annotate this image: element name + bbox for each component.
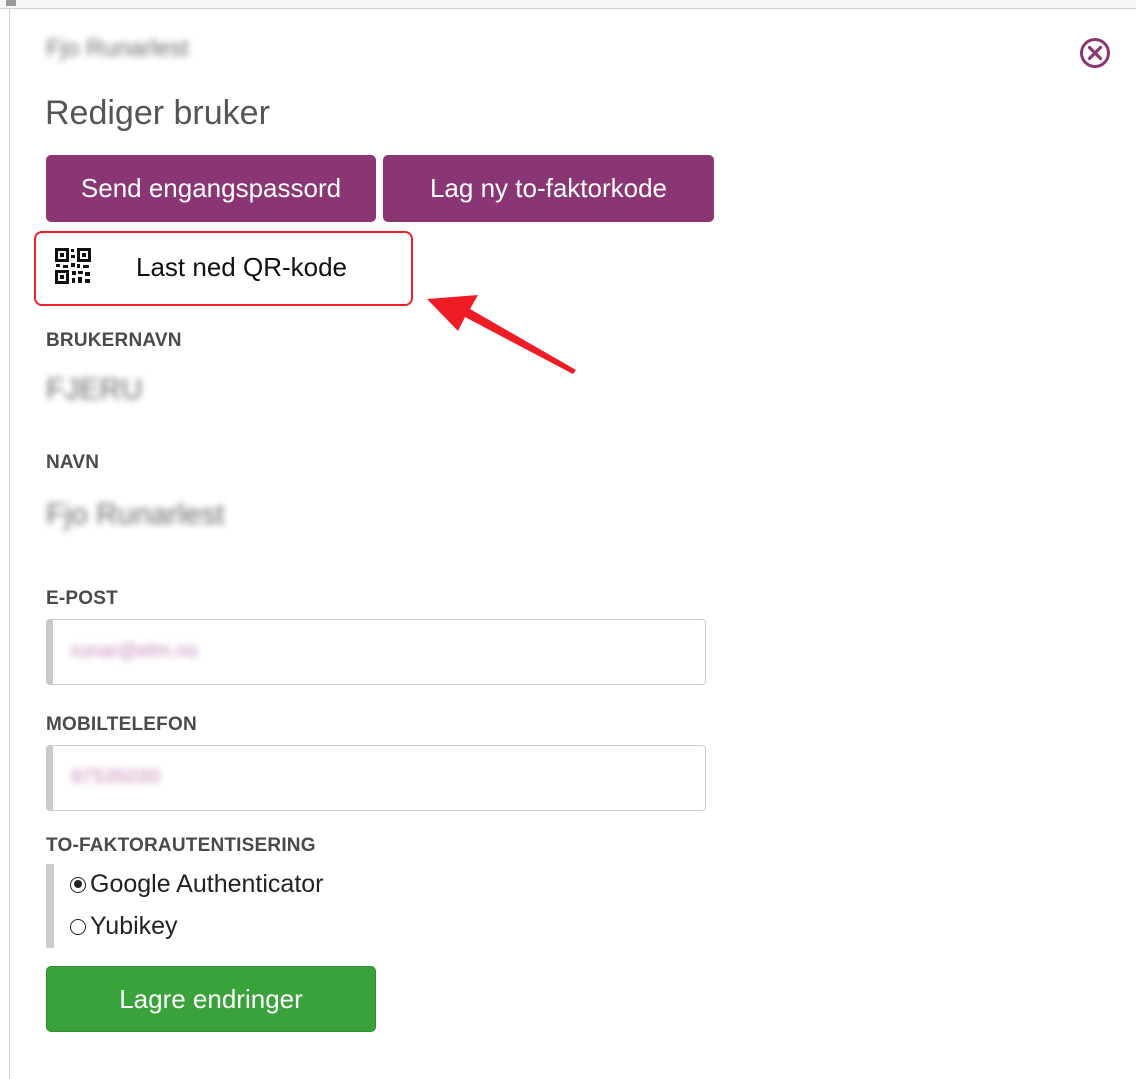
username-value: FJERU <box>46 373 143 406</box>
radio-label: Yubikey <box>90 912 178 940</box>
two-factor-radio-group: Google Authenticator Yubikey <box>46 864 366 948</box>
top-strip-mark <box>6 0 16 6</box>
download-qr-code-link[interactable]: Last ned QR-kode <box>34 231 413 306</box>
radio-label: Google Authenticator <box>90 870 324 898</box>
page-title: Rediger bruker <box>45 94 270 132</box>
red-arrow-icon <box>427 295 576 374</box>
close-icon[interactable] <box>1078 36 1112 70</box>
mobile-label: MOBILTELEFON <box>46 714 197 735</box>
name-label: NAVN <box>46 452 100 473</box>
radio-yubikey[interactable]: Yubikey <box>70 912 178 941</box>
download-qr-code-label: Last ned QR-kode <box>136 252 348 282</box>
email-value: runar@elm.no <box>71 640 199 662</box>
organization-name: Fjo Runarlest <box>46 35 189 62</box>
email-field[interactable]: runar@elm.no <box>46 619 706 685</box>
qr-code-icon <box>55 248 91 284</box>
send-one-time-password-button[interactable]: Send engangspassord <box>46 155 376 222</box>
mobile-value: 97535030 <box>71 766 160 788</box>
mobile-phone-field[interactable]: 97535030 <box>46 745 706 811</box>
username-label: BRUKERNAVN <box>46 330 182 351</box>
name-value: Fjo Runarlest <box>46 498 225 531</box>
new-two-factor-code-button[interactable]: Lag ny to-faktorkode <box>383 155 714 222</box>
radio-checked-icon[interactable] <box>70 876 86 893</box>
email-label: E-POST <box>46 588 118 609</box>
radio-google-authenticator[interactable]: Google Authenticator <box>70 870 324 899</box>
save-changes-button[interactable]: Lagre endringer <box>46 966 376 1032</box>
radio-unchecked-icon[interactable] <box>70 918 86 935</box>
two-factor-label: TO-FAKTORAUTENTISERING <box>46 835 316 856</box>
